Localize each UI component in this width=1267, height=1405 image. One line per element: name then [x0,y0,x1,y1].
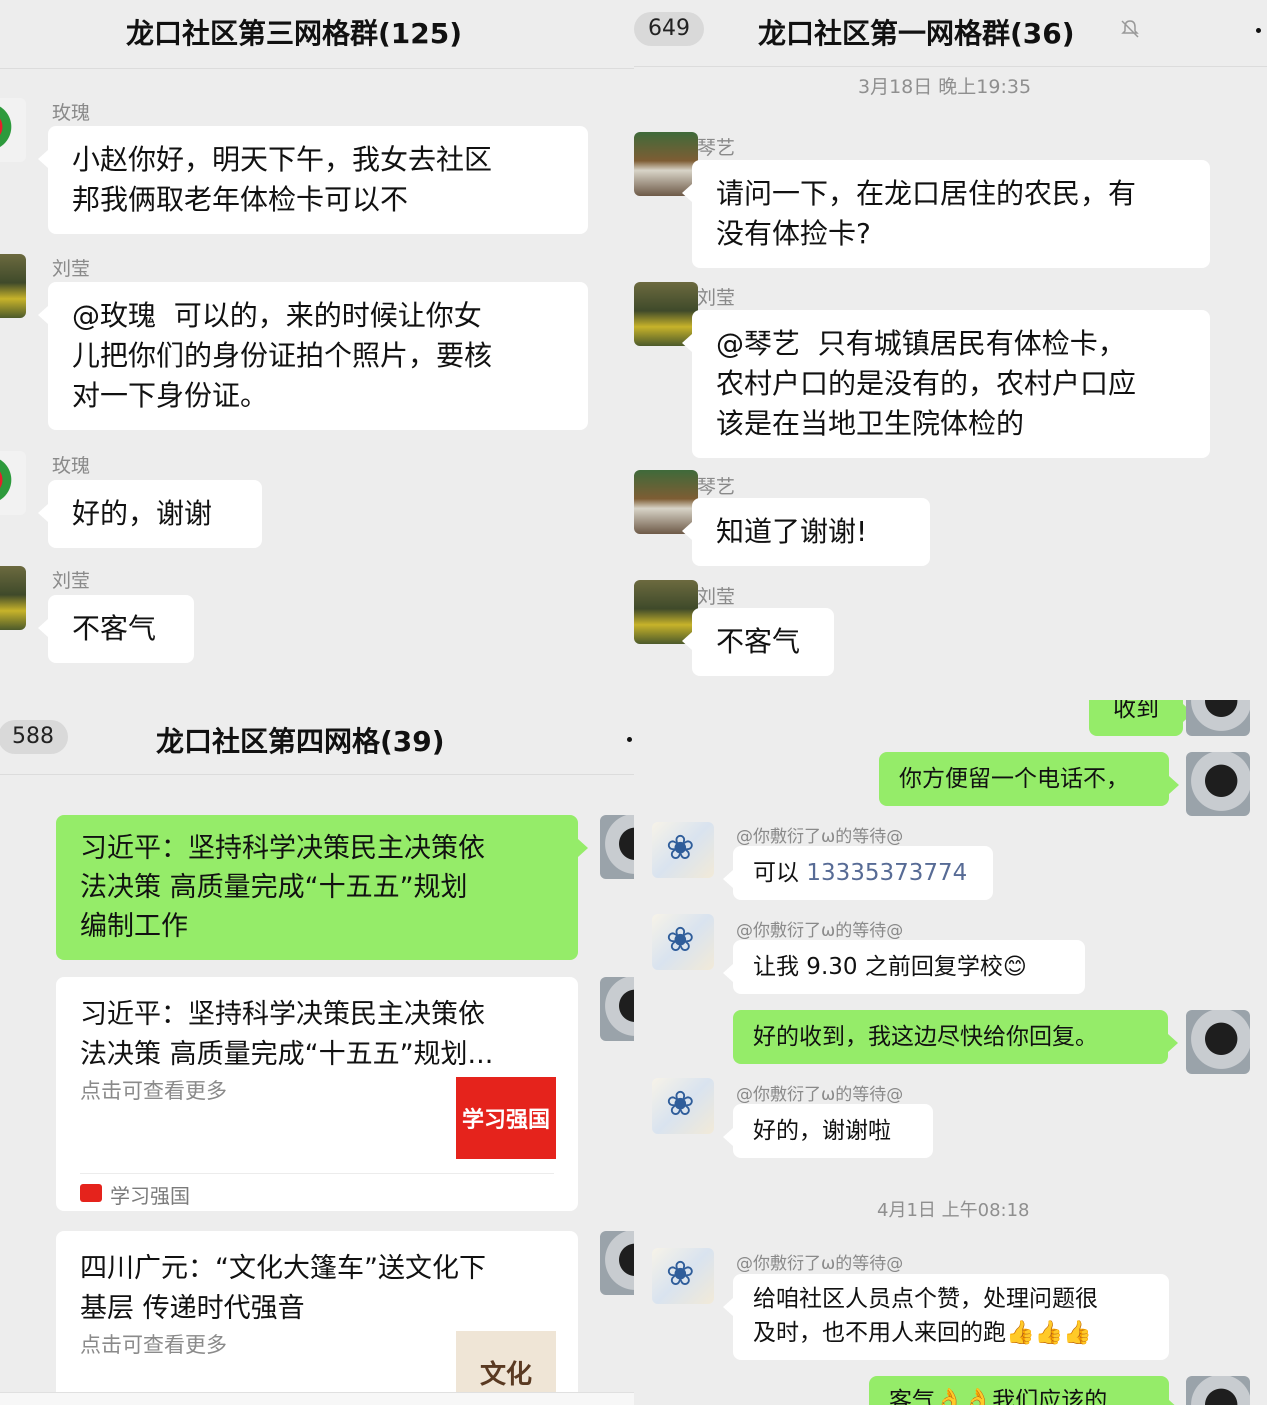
phone-number-link[interactable]: 13335373774 [806,860,967,886]
chat-panel-private: 收到 你方便留一个电话不， @你敷衍了ω的等待@ 可以 13335373774 … [634,700,1267,1405]
sender-name: @你敷衍了ω的等待@ [736,1085,904,1105]
message-bubble[interactable]: 小赵你好，明天下午，我女去社区 邦我俩取老年体检卡可以不 [38,126,588,234]
unread-count-badge[interactable]: 649 [634,12,704,46]
link-card[interactable]: 四川广元：“文化大篷车”送文化下 基层 传递时代强音 点击可查看更多 文化 [56,1231,578,1405]
header-divider [0,68,634,69]
sender-name: 玫瑰 [52,102,91,124]
card-source: 学习强国 [110,1184,190,1208]
avatar[interactable] [652,1078,714,1134]
more-options-icon[interactable] [627,737,632,742]
chat-panel-grid-3: 龙口社区第三网格群(125) 玫瑰 小赵你好，明天下午，我女去社区 邦我俩取老年… [0,0,634,700]
card-thumbnail: 学习强国 [456,1077,556,1159]
card-title: 四川广元：“文化大篷车”送文化下 基层 传递时代强音 [80,1253,486,1324]
avatar[interactable] [1186,1010,1250,1074]
sender-name: 琴艺 [697,137,736,159]
sender-name: 刘莹 [52,570,91,592]
message-bubble[interactable]: 你方便留一个电话不， [879,752,1179,806]
message-bubble[interactable]: @琴艺 只有城镇居民有体检卡， 农村户口的是没有的，农村户口应 该是在当地卫生院… [682,310,1210,458]
message-bubble[interactable]: 可以 13335373774 [723,846,993,900]
message-bubble[interactable]: 让我 9.30 之前回复学校😊 [723,940,1085,994]
timestamp: 4月1日 上午08:18 [877,1200,1030,1221]
avatar[interactable] [0,98,26,162]
avatar[interactable] [652,822,714,878]
message-bubble[interactable]: 给咱社区人员点个赞，处理问题很 及时，也不用人来回的跑👍👍👍 [723,1274,1169,1360]
avatar[interactable] [600,977,634,1041]
message-bubble[interactable]: 好的，谢谢啦 [723,1104,933,1158]
more-options-icon[interactable] [1256,28,1261,33]
message-bubble[interactable]: @玫瑰 可以的，来的时候让你女 儿把你们的身份证拍个照片，要核 对一下身份证。 [38,282,588,430]
card-title: 习近平：坚持科学决策民主决策依 法决策 高质量完成“十五五”规划... [80,999,494,1070]
sender-name: 刘莹 [697,586,736,608]
message-bubble[interactable]: 不客气 [38,595,194,663]
timestamp: 3月18日 晚上19:35 [858,76,1032,98]
message-bubble[interactable]: 收到 [1089,700,1193,736]
avatar[interactable] [652,914,714,970]
sender-name: 琴艺 [697,476,736,498]
sender-name: 刘莹 [52,258,91,280]
sender-name: @你敷衍了ω的等待@ [736,1254,904,1274]
avatar[interactable] [0,451,26,515]
avatar[interactable] [652,1248,714,1304]
sender-name: @你敷衍了ω的等待@ [736,921,904,941]
avatar[interactable] [0,254,26,318]
mute-bell-icon [1121,20,1139,38]
unread-count-badge[interactable]: 588 [0,720,68,754]
avatar[interactable] [600,815,634,879]
card-footer: 学习强国 [80,1173,554,1210]
message-bubble[interactable]: 请问一下，在龙口居住的农民，有 没有体捡卡? [682,160,1210,268]
avatar[interactable] [0,566,26,630]
sender-name: @你敷衍了ω的等待@ [736,827,904,847]
bottom-bar [0,1392,634,1405]
card-subtitle: 点击可查看更多 [80,1333,227,1357]
link-card[interactable]: 习近平：坚持科学决策民主决策依 法决策 高质量完成“十五五”规划... 点击可查… [56,977,578,1211]
card-subtitle: 点击可查看更多 [80,1079,227,1103]
message-bubble[interactable]: 客气👌👌我们应该的 [869,1376,1179,1405]
message-text: 可以 [753,860,807,886]
header-divider [634,66,1267,67]
message-bubble[interactable]: 好的，谢谢 [38,480,262,548]
avatar[interactable] [1186,700,1250,736]
chat-title: 龙口社区第一网格群(36) [758,17,1075,50]
chat-panel-grid-4: 588 龙口社区第四网格(39) 习近平：坚持科学决策民主决策依 法决策 高质量… [0,700,634,1405]
avatar[interactable] [1186,1376,1250,1405]
message-bubble[interactable]: 知道了谢谢! [682,498,930,566]
xuexi-logo-icon [80,1184,102,1202]
chat-title: 龙口社区第三网格群(125) [126,17,463,50]
header-divider [0,774,634,775]
sender-name: 刘莹 [697,287,736,309]
chat-panel-grid-1: 649 龙口社区第一网格群(36) 3月18日 晚上19:35 琴艺 请问一下，… [634,0,1267,700]
sender-name: 玫瑰 [52,455,91,477]
message-bubble[interactable]: 习近平：坚持科学决策民主决策依 法决策 高质量完成“十五五”规划 编制工作 [56,815,588,960]
avatar[interactable] [600,1231,634,1295]
chat-title: 龙口社区第四网格(39) [156,725,445,758]
message-bubble[interactable]: 不客气 [682,608,834,676]
message-bubble[interactable]: 好的收到，我这边尽快给你回复。 [733,1010,1178,1064]
avatar[interactable] [1186,752,1250,816]
